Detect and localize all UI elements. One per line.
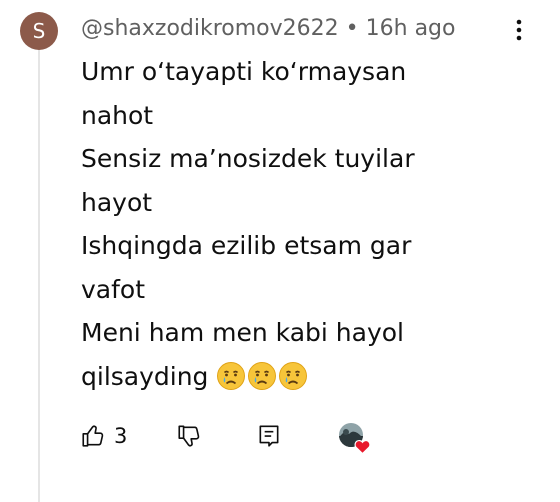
- crying-face-icon: [279, 361, 308, 390]
- timestamp[interactable]: 16h ago: [366, 16, 456, 41]
- creator-heart-badge[interactable]: [336, 420, 372, 456]
- more-options-button[interactable]: [506, 14, 532, 44]
- username[interactable]: @shaxzodikromov2622: [81, 16, 339, 41]
- thumbs-up-icon: [82, 425, 104, 447]
- thread-line: [38, 44, 40, 502]
- like-button[interactable]: 3: [80, 418, 127, 454]
- crying-face-icon: [217, 361, 246, 390]
- reply-comment-icon: [259, 425, 279, 447]
- creator-heart-icon: [339, 423, 371, 455]
- dislike-button[interactable]: [176, 418, 202, 454]
- comment-text: Umr o‘tayapti ko‘rmaysan nahot Sensiz ma…: [81, 50, 481, 398]
- comment-line: Meni ham men kabi hayol: [81, 318, 404, 347]
- separator-dot: •: [345, 15, 359, 41]
- comment-line: hayot: [81, 187, 153, 217]
- avatar[interactable]: S: [20, 12, 58, 50]
- thumbs-down-icon: [178, 425, 200, 447]
- comment-line: vafot: [81, 274, 146, 304]
- comment-line: nahot: [81, 100, 154, 130]
- comment-line-last: qilsayding: [81, 355, 481, 399]
- comment-line: Umr o‘tayapti ko‘rmaysan: [81, 57, 407, 86]
- comment-line: Ishqingda ezilib etsam gar: [81, 231, 412, 260]
- comment-line: qilsayding: [81, 361, 209, 391]
- comment-line: Sensiz ma’nosizdek tuyilar: [81, 144, 415, 173]
- crying-face-icon: [248, 361, 277, 390]
- comment-header: @shaxzodikromov2622 • 16h ago: [81, 12, 455, 44]
- like-count: 3: [114, 424, 128, 448]
- vertical-dots-icon: [516, 19, 522, 41]
- reply-button[interactable]: [256, 418, 282, 454]
